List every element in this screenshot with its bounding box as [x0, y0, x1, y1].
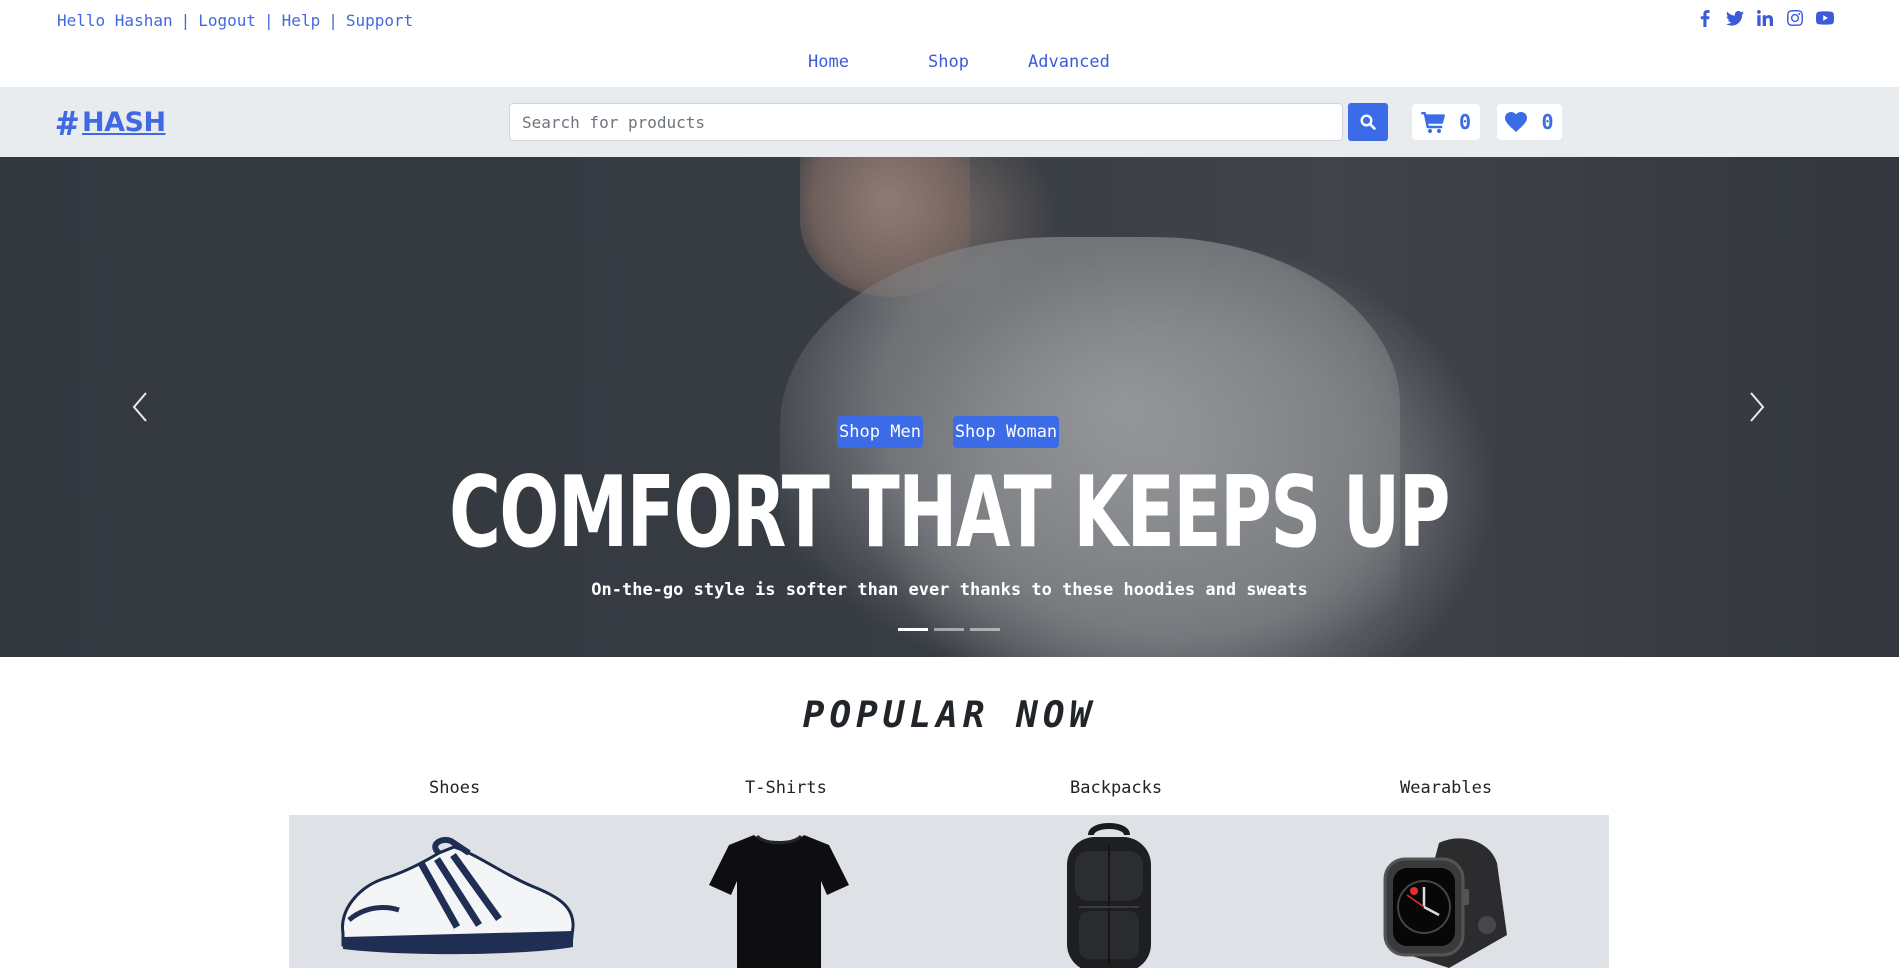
hero-title: COMFORT THAT KEEPS UP — [449, 456, 1450, 570]
site-logo[interactable]: HASH — [56, 107, 166, 138]
help-link[interactable]: Help — [282, 11, 321, 30]
wishlist-count: 0 — [1541, 110, 1554, 134]
carousel-indicators — [898, 628, 1000, 631]
hashtag-icon — [56, 110, 78, 135]
instagram-icon[interactable] — [1786, 9, 1804, 27]
cart-count: 0 — [1458, 110, 1472, 134]
nav-advanced[interactable]: Advanced — [1028, 52, 1110, 72]
greeting-link[interactable]: Hello Hashan — [57, 11, 173, 30]
youtube-icon[interactable] — [1816, 9, 1834, 27]
section-title-popular: POPULAR NOW — [802, 695, 1097, 736]
cart-button[interactable]: 0 — [1412, 104, 1480, 140]
nav-home[interactable]: Home — [808, 52, 849, 72]
search-bar — [509, 103, 1388, 141]
separator: | — [264, 11, 274, 30]
account-links: Hello Hashan | Logout | Help | Support — [57, 11, 413, 30]
logo-text: HASH — [82, 107, 166, 138]
product-strip — [289, 815, 1609, 968]
search-input[interactable] — [509, 103, 1343, 141]
main-nav: Home Shop Advanced — [0, 52, 1899, 74]
search-icon — [1360, 114, 1376, 130]
shop-woman-button[interactable]: Shop Woman — [953, 416, 1059, 448]
top-bar: Hello Hashan | Logout | Help | Support — [0, 0, 1899, 40]
tab-shoes[interactable]: Shoes — [429, 778, 480, 798]
support-link[interactable]: Support — [346, 11, 413, 30]
separator: | — [180, 11, 191, 30]
carousel-indicator-3[interactable] — [970, 628, 1000, 631]
wishlist-button[interactable]: 0 — [1497, 104, 1562, 140]
header-bar: HASH 0 0 — [0, 87, 1899, 157]
shoe-image[interactable] — [329, 815, 589, 968]
category-tabs: Shoes T-Shirts Backpacks Wearables — [0, 778, 1899, 800]
search-button[interactable] — [1348, 103, 1388, 141]
heart-icon — [1505, 112, 1528, 132]
hero-subtitle: On-the-go style is softer than ever than… — [591, 580, 1308, 600]
facebook-icon[interactable] — [1696, 9, 1714, 27]
carousel-indicator-2[interactable] — [934, 628, 964, 631]
tshirt-image[interactable] — [699, 815, 859, 968]
hero-cta-group: Shop Men Shop Woman — [0, 416, 1899, 448]
smartwatch-image[interactable] — [1369, 815, 1519, 968]
carousel-indicator-1[interactable] — [898, 628, 928, 631]
twitter-icon[interactable] — [1726, 9, 1744, 27]
social-links — [1696, 9, 1834, 27]
tab-wearables[interactable]: Wearables — [1400, 778, 1492, 798]
separator: | — [328, 11, 338, 30]
tab-backpacks[interactable]: Backpacks — [1070, 778, 1162, 798]
linkedin-icon[interactable] — [1756, 9, 1774, 27]
logout-link[interactable]: Logout — [198, 11, 256, 30]
shop-men-button[interactable]: Shop Men — [837, 416, 923, 448]
cart-icon — [1420, 111, 1445, 133]
backpack-image[interactable] — [1039, 815, 1179, 968]
hero-carousel: Shop Men Shop Woman COMFORT THAT KEEPS U… — [0, 157, 1899, 657]
tab-tshirts[interactable]: T-Shirts — [745, 778, 827, 798]
nav-shop[interactable]: Shop — [928, 52, 969, 72]
